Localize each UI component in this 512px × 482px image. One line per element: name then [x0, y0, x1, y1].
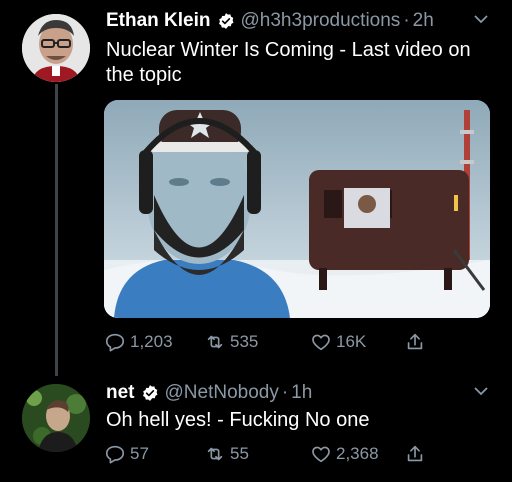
thread-line — [55, 84, 58, 376]
tweet-media-image[interactable] — [104, 100, 490, 318]
like-count: 2,368 — [336, 444, 379, 463]
verified-badge-icon — [142, 385, 157, 401]
tweet-text: Oh hell yes! - Fucking No one — [106, 409, 370, 431]
avatar[interactable] — [22, 384, 90, 452]
like-icon — [312, 446, 330, 463]
handle[interactable]: @h3h3productions — [241, 10, 401, 32]
share-icon — [407, 333, 423, 350]
reply-icon — [105, 333, 125, 352]
reply-button[interactable]: 57 — [104, 442, 149, 466]
verified-badge-icon — [218, 13, 234, 29]
chevron-down-icon[interactable] — [474, 386, 488, 396]
timestamp[interactable]: 1h — [291, 382, 312, 404]
retweet-icon — [207, 447, 223, 461]
share-icon — [407, 445, 423, 462]
retweet-button[interactable]: 55 — [204, 442, 249, 466]
tweet-header: net @NetNobody · 1h — [106, 380, 312, 406]
share-button[interactable] — [404, 442, 430, 466]
like-button[interactable]: 16K — [310, 330, 366, 354]
display-name[interactable]: net — [106, 382, 135, 404]
chevron-down-icon[interactable] — [474, 14, 488, 24]
like-icon — [312, 334, 330, 351]
share-button[interactable] — [404, 330, 430, 354]
reply-button[interactable]: 1,203 — [104, 330, 173, 354]
reply-icon — [105, 445, 125, 464]
like-button[interactable]: 2,368 — [310, 442, 379, 466]
tweet-header: Ethan Klein @h3h3productions · 2h — [106, 8, 434, 34]
separator: · — [281, 382, 289, 403]
display-name[interactable]: Ethan Klein — [106, 10, 211, 32]
retweet-button[interactable]: 535 — [204, 330, 258, 354]
retweet-count: 535 — [230, 332, 259, 351]
avatar[interactable] — [22, 14, 90, 82]
retweet-count: 55 — [230, 444, 249, 463]
handle[interactable]: @NetNobody — [165, 382, 279, 404]
tweet-text: Nuclear Winter Is Coming - Last video on… — [106, 39, 471, 86]
like-count: 16K — [336, 332, 367, 351]
separator: · — [403, 10, 410, 31]
reply-count: 1,203 — [130, 332, 173, 351]
retweet-icon — [207, 335, 223, 349]
timestamp[interactable]: 2h — [413, 10, 434, 32]
reply-count: 57 — [130, 444, 149, 463]
